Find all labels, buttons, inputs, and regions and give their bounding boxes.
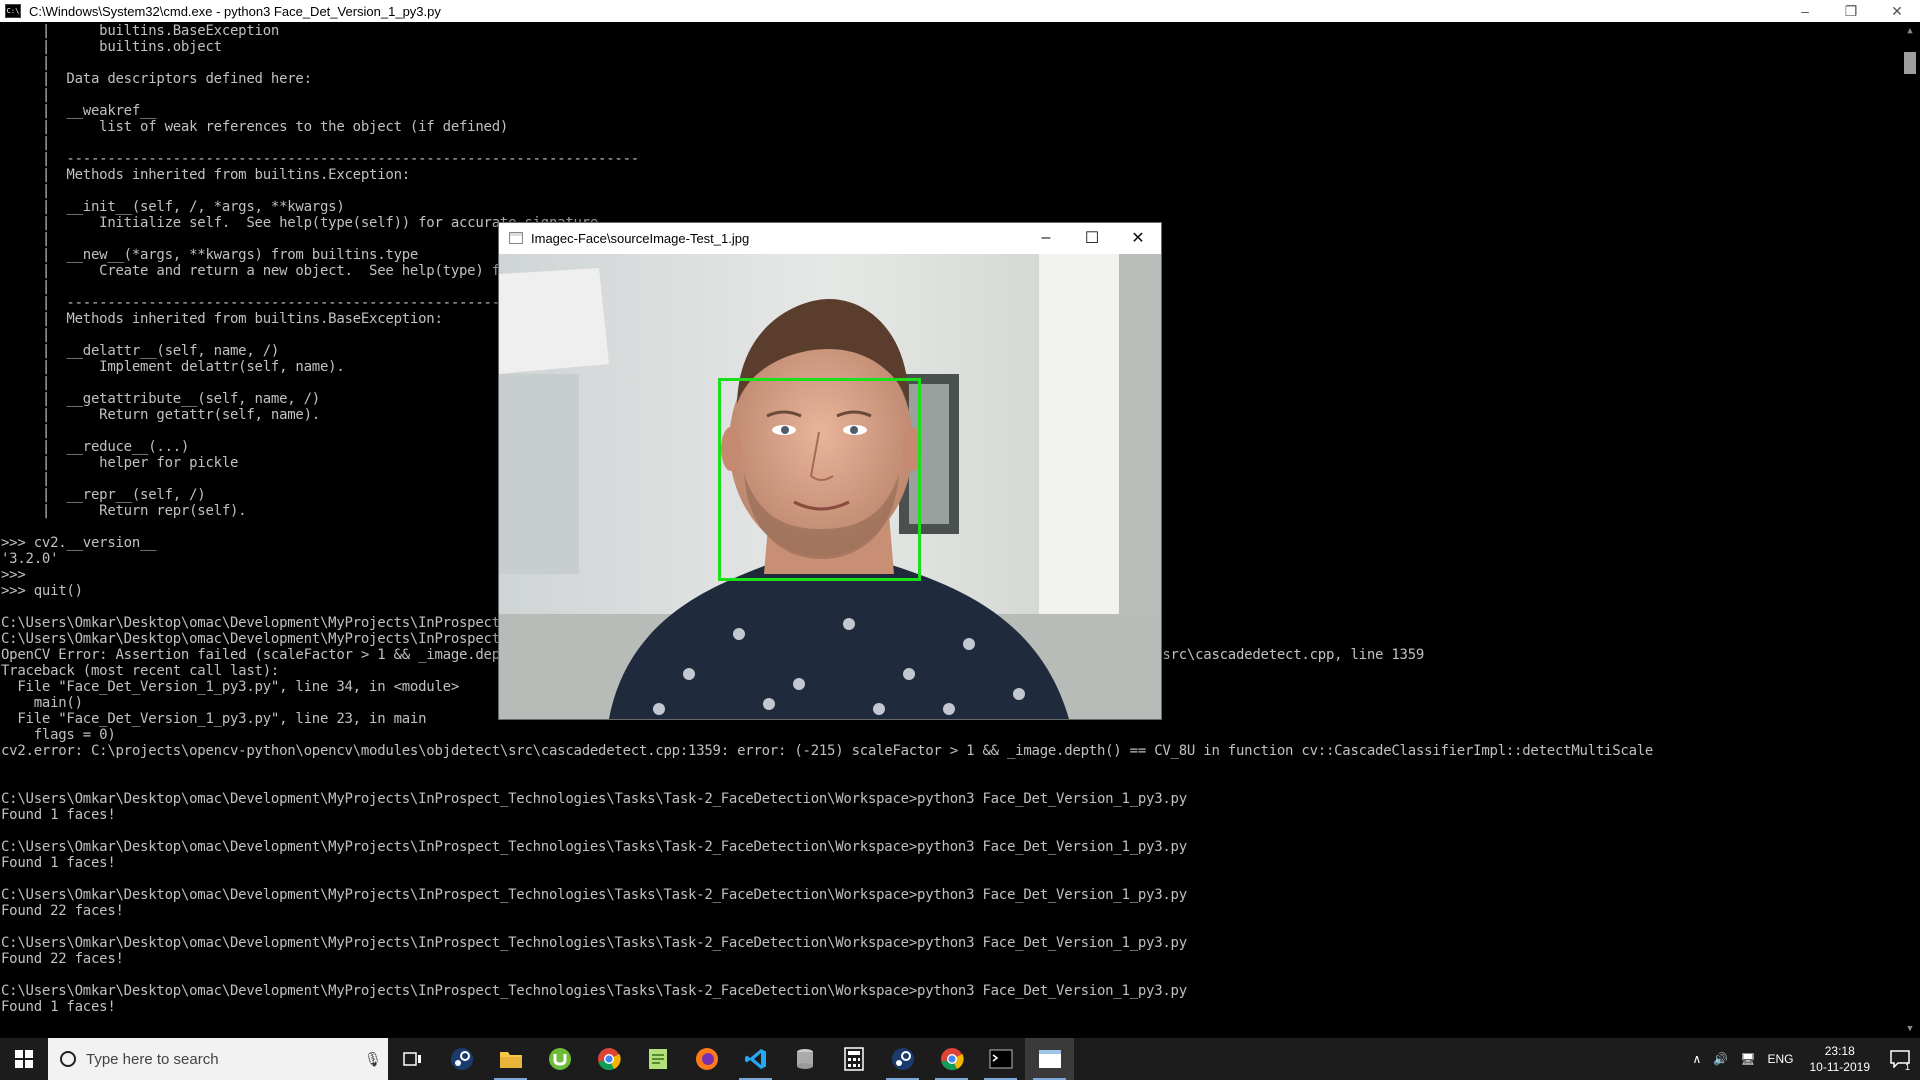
window-icon xyxy=(509,232,523,244)
cmd-icon: C:\ xyxy=(5,4,21,18)
taskbar-app-calculator[interactable] xyxy=(829,1038,878,1080)
restore-button[interactable]: ❐ xyxy=(1828,0,1874,22)
image-window[interactable]: Imagec-Face\sourceImage-Test_1.jpg – ☐ ✕ xyxy=(498,222,1162,720)
vscode-icon xyxy=(744,1049,766,1069)
source-photo xyxy=(499,254,1161,719)
taskbar-app-steam[interactable] xyxy=(437,1038,486,1080)
face-detection-box xyxy=(718,378,921,581)
notepad-icon xyxy=(648,1049,667,1069)
clock[interactable]: 23:18 10-11-2019 xyxy=(1800,1043,1881,1075)
notification-center-button[interactable]: 1 xyxy=(1880,1038,1920,1080)
cmd-window-title: C:\Windows\System32\cmd.exe - python3 Fa… xyxy=(29,3,441,19)
scroll-up-arrow[interactable]: ▲ xyxy=(1900,22,1920,40)
utorrent-icon xyxy=(548,1048,571,1070)
steam-icon xyxy=(891,1048,914,1070)
language-indicator[interactable]: ENG xyxy=(1761,1052,1799,1066)
cortana-icon xyxy=(60,1051,76,1067)
taskbar: Type here to search 🎙 ∧ 🔊 🖥 ENG 23:18 10… xyxy=(0,1038,1920,1080)
network-icon[interactable]: 🖥 xyxy=(1734,1052,1761,1066)
folder-icon xyxy=(499,1052,522,1068)
clock-time: 23:18 xyxy=(1824,1044,1855,1058)
system-tray: ∧ 🔊 🖥 ENG 23:18 10-11-2019 1 xyxy=(1687,1038,1920,1080)
start-button[interactable] xyxy=(0,1038,48,1080)
cmd-titlebar[interactable]: C:\ C:\Windows\System32\cmd.exe - python… xyxy=(0,0,1920,22)
taskbar-search[interactable]: Type here to search 🎙 xyxy=(48,1038,388,1080)
image-window-titlebar[interactable]: Imagec-Face\sourceImage-Test_1.jpg – ☐ ✕ xyxy=(499,223,1161,253)
taskbar-app-chrome[interactable] xyxy=(584,1038,633,1080)
task-view-button[interactable] xyxy=(388,1038,437,1080)
task-view-icon xyxy=(402,1052,421,1066)
scroll-down-arrow[interactable]: ▼ xyxy=(1900,1020,1920,1038)
taskbar-app-database[interactable] xyxy=(780,1038,829,1080)
image-window-icon xyxy=(1038,1050,1061,1068)
steam-icon xyxy=(450,1048,473,1070)
taskbar-app-firefox[interactable] xyxy=(682,1038,731,1080)
taskbar-app-image-window[interactable] xyxy=(1025,1038,1074,1080)
taskbar-app-chrome-2[interactable] xyxy=(927,1038,976,1080)
microphone-icon[interactable]: 🎙 xyxy=(358,1051,388,1068)
windows-icon xyxy=(15,1050,33,1068)
taskbar-app-utorrent[interactable] xyxy=(535,1038,584,1080)
minimize-button[interactable]: – xyxy=(1782,0,1828,22)
taskbar-app-vscode[interactable] xyxy=(731,1038,780,1080)
image-maximize-button[interactable]: ☐ xyxy=(1069,223,1115,253)
image-close-button[interactable]: ✕ xyxy=(1115,223,1161,253)
notification-count: 1 xyxy=(1904,1062,1910,1072)
image-minimize-button[interactable]: – xyxy=(1023,223,1069,253)
chrome-icon xyxy=(597,1048,621,1071)
clock-date: 10-11-2019 xyxy=(1809,1060,1871,1074)
calculator-icon xyxy=(843,1047,864,1071)
taskbar-app-steam-2[interactable] xyxy=(878,1038,927,1080)
database-icon xyxy=(796,1049,813,1069)
scroll-thumb[interactable] xyxy=(1904,52,1916,74)
volume-icon[interactable]: 🔊 xyxy=(1707,1052,1734,1066)
close-button[interactable]: ✕ xyxy=(1874,0,1920,22)
taskbar-app-notepad-plus[interactable] xyxy=(633,1038,682,1080)
search-placeholder: Type here to search xyxy=(86,1050,219,1068)
terminal-icon xyxy=(989,1049,1012,1069)
chevron-up-icon[interactable]: ∧ xyxy=(1687,1052,1708,1066)
taskbar-app-cmd[interactable] xyxy=(976,1038,1025,1080)
console-scrollbar[interactable]: ▲ ▼ xyxy=(1900,22,1920,1038)
chrome-icon xyxy=(940,1048,964,1071)
firefox-icon xyxy=(695,1048,718,1070)
taskbar-app-file-explorer[interactable] xyxy=(486,1038,535,1080)
image-window-title: Imagec-Face\sourceImage-Test_1.jpg xyxy=(531,230,750,246)
